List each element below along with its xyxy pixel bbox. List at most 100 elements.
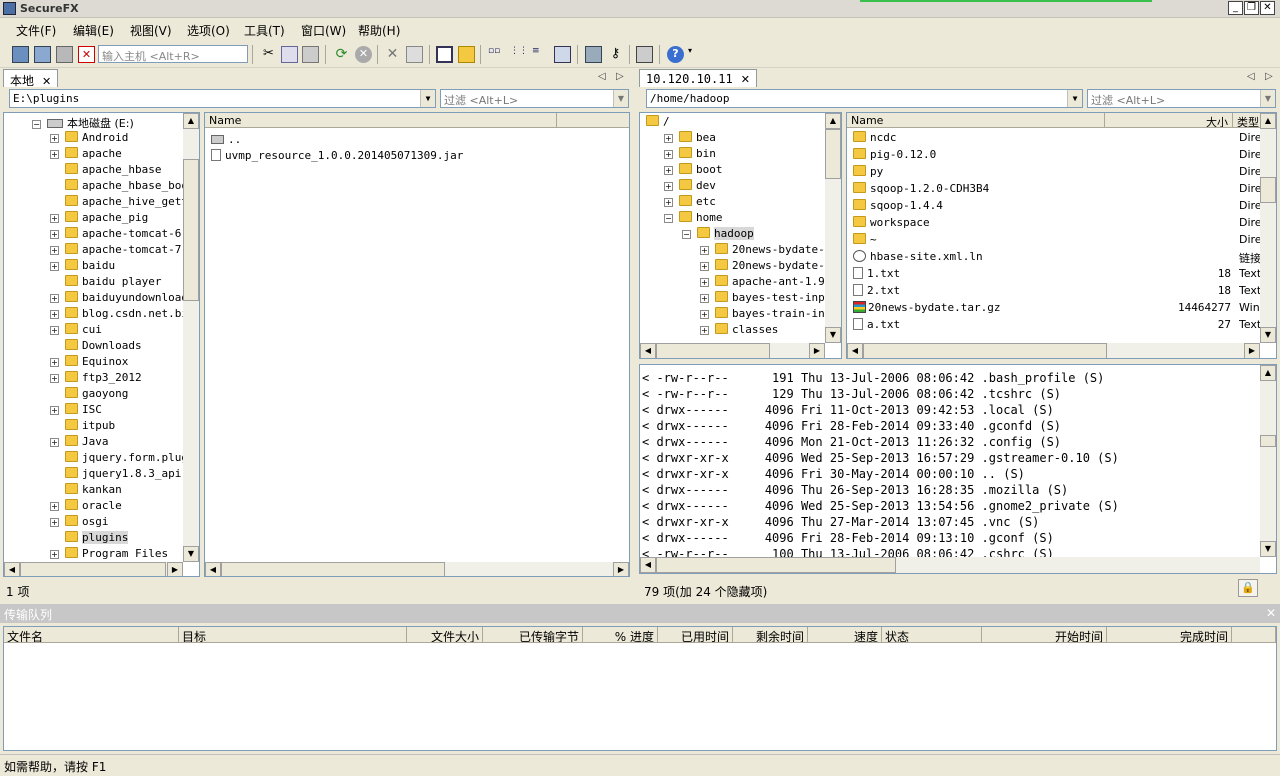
tree-item[interactable]: +apache_hbase_boo <box>50 179 188 195</box>
chevron-down-icon[interactable]: ▼ <box>1260 90 1275 107</box>
expand-icon[interactable]: + <box>700 326 709 335</box>
expand-icon[interactable]: + <box>50 294 59 303</box>
tree-item[interactable]: + bea <box>664 131 716 147</box>
scroll-left-icon[interactable]: ◀ <box>205 562 221 576</box>
expand-icon[interactable]: + <box>700 278 709 287</box>
tree-item[interactable]: + apache-ant-1.9.2 <box>700 275 838 291</box>
tab-next-icon[interactable]: ▷ <box>1265 71 1273 82</box>
menu-options[interactable]: 选项(O) <box>187 22 230 39</box>
log-vscroll[interactable]: ▲ ▼ <box>1260 365 1276 557</box>
tree-item[interactable]: + Equinox <box>50 355 128 371</box>
scroll-thumb[interactable] <box>1260 435 1276 447</box>
close-icon[interactable]: ✕ <box>1266 606 1276 620</box>
tree-item[interactable]: + oracle <box>50 499 122 515</box>
list-view-icon[interactable]: ≡ <box>532 46 549 63</box>
tree-root[interactable]: − 本地磁盘 (E:) <box>32 115 134 131</box>
tree-item[interactable]: +jquery1.8.3_api <box>50 467 181 483</box>
list-item[interactable]: sqoop-1.2.0-CDH3B4 Dire <box>853 182 1261 198</box>
minimize-button[interactable]: _ <box>1228 1 1243 15</box>
expand-icon[interactable]: + <box>700 262 709 271</box>
tree-item[interactable]: +apache_hbase <box>50 163 161 179</box>
scroll-thumb[interactable] <box>20 562 166 576</box>
remote-tree-hscroll[interactable]: ◀ ▶ <box>640 343 825 358</box>
connect-icon[interactable] <box>12 46 29 63</box>
folder-up-icon[interactable] <box>458 46 475 63</box>
col-elapsed[interactable]: 已用时间 <box>658 627 733 643</box>
col-status[interactable]: 状态 <box>882 627 982 643</box>
scroll-right-icon[interactable]: ▶ <box>1244 343 1260 358</box>
list-item[interactable]: workspace Dire <box>853 216 1261 232</box>
tree-item[interactable]: +gaoyong <box>50 387 128 403</box>
expand-icon[interactable]: + <box>50 150 59 159</box>
session-log[interactable]: < -rw-r--r-- 191 Thu 13-Jul-2006 08:06:4… <box>639 364 1277 574</box>
col-progress[interactable]: % 进度 <box>583 627 658 643</box>
list-item[interactable]: 2.txt 18 Text <box>853 284 1261 300</box>
scroll-right-icon[interactable]: ▶ <box>809 343 825 358</box>
two-pane-view-icon[interactable] <box>436 46 453 63</box>
remote-folder-tree[interactable]: / + bea + bin + boot + dev + etc − home − hadoop +20new… <box>639 112 842 359</box>
quick-connect-input[interactable]: 输入主机 <Alt+R> <box>98 45 248 63</box>
scroll-thumb[interactable] <box>656 557 896 573</box>
expand-icon[interactable]: + <box>50 230 59 239</box>
close-tab-icon[interactable]: ✕ <box>42 75 51 88</box>
key-icon[interactable]: ⚷ <box>607 46 624 63</box>
chevron-down-icon[interactable]: ▼ <box>613 90 628 107</box>
tab-prev-icon[interactable]: ◁ <box>1247 71 1255 82</box>
tree-item[interactable]: + Java <box>50 435 109 451</box>
menu-tools[interactable]: 工具(T) <box>244 22 285 39</box>
tree-item[interactable]: + blog.csdn.net.bi <box>50 307 188 323</box>
sync-icon[interactable] <box>585 46 602 63</box>
col-start-time[interactable]: 开始时间 <box>982 627 1107 643</box>
collapse-icon[interactable]: − <box>664 214 673 223</box>
toolbar-overflow-icon[interactable]: ▾ <box>688 46 705 63</box>
expand-icon[interactable]: + <box>50 358 59 367</box>
col-end-time[interactable]: 完成时间 <box>1107 627 1232 643</box>
list-item[interactable]: 1.txt 18 Text <box>853 267 1261 283</box>
scroll-up-icon[interactable]: ▲ <box>1260 365 1276 381</box>
expand-icon[interactable]: + <box>50 134 59 143</box>
expand-icon[interactable]: + <box>50 438 59 447</box>
menu-edit[interactable]: 编辑(E) <box>73 22 114 39</box>
scroll-left-icon[interactable]: ◀ <box>847 343 863 358</box>
tree-item[interactable]: + ISC <box>50 403 102 419</box>
tree-item[interactable]: + bayes-train-input <box>700 307 841 323</box>
tree-item[interactable]: / <box>646 115 670 131</box>
list-item[interactable]: a.txt 27 Text <box>853 318 1261 334</box>
expand-icon[interactable]: + <box>50 374 59 383</box>
expand-icon[interactable]: + <box>50 214 59 223</box>
local-tree-vscroll[interactable]: ▲ ▼ <box>183 113 199 562</box>
remote-files-vscroll[interactable]: ▲ ▼ <box>1260 113 1276 343</box>
tab-next-icon[interactable]: ▷ <box>616 71 624 82</box>
scroll-down-icon[interactable]: ▼ <box>1260 327 1276 343</box>
remote-file-list[interactable]: Name 大小 类型 ncdc Dire pig-0.12.0 Dire py Dire s… <box>846 112 1277 359</box>
menu-help[interactable]: 帮助(H) <box>358 22 400 39</box>
tree-item[interactable]: + apache <box>50 147 122 163</box>
expand-icon[interactable]: + <box>664 150 673 159</box>
scroll-up-icon[interactable]: ▲ <box>825 113 841 129</box>
cut-icon[interactable]: ✂ <box>260 46 277 63</box>
tab-local[interactable]: 本地 ✕ <box>3 69 59 88</box>
scroll-right-icon[interactable]: ▶ <box>613 562 629 576</box>
collapse-icon[interactable]: − <box>682 230 691 239</box>
col-file-size[interactable]: 文件大小 <box>407 627 483 643</box>
tree-item[interactable]: + apache_pig <box>50 211 148 227</box>
chevron-down-icon[interactable]: ▼ <box>420 90 435 107</box>
local-file-list[interactable]: Name .. uvmp_resource_1.0.0.201405071309… <box>204 112 630 577</box>
scroll-left-icon[interactable]: ◀ <box>640 343 656 358</box>
expand-icon[interactable]: + <box>664 198 673 207</box>
properties-icon[interactable] <box>406 46 423 63</box>
paste-icon[interactable] <box>302 46 319 63</box>
local-name-header[interactable]: Name <box>205 113 557 128</box>
expand-icon[interactable]: + <box>50 518 59 527</box>
list-item[interactable]: ~ Dire <box>853 233 1261 249</box>
tree-item[interactable]: + osgi <box>50 515 109 531</box>
list-item[interactable]: ncdc Dire <box>853 131 1261 147</box>
scroll-thumb[interactable] <box>183 159 199 301</box>
expand-icon[interactable]: + <box>50 310 59 319</box>
collapse-icon[interactable]: − <box>32 120 41 129</box>
expand-icon[interactable]: + <box>50 246 59 255</box>
details-view-icon[interactable] <box>554 46 571 63</box>
expand-icon[interactable]: + <box>664 182 673 191</box>
stop-icon[interactable]: ✕ <box>355 46 372 63</box>
remote-filter-input[interactable]: 过滤 <Alt+L> ▼ <box>1087 89 1276 108</box>
